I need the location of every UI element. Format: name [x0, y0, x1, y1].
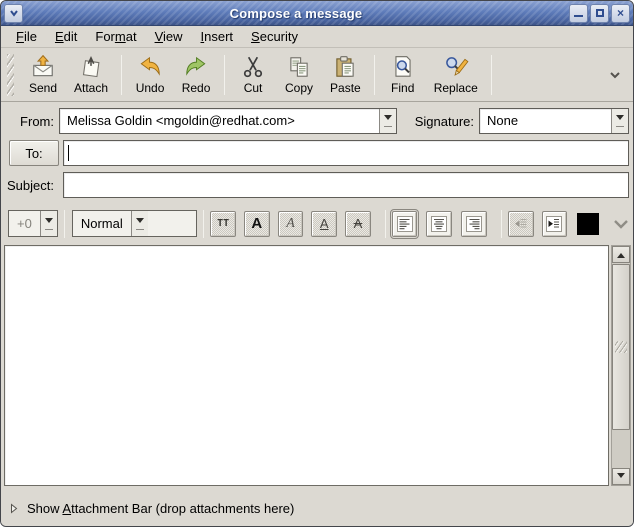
dropdown-arrow-icon — [611, 109, 628, 133]
toolbar-overflow-button[interactable] — [605, 67, 625, 83]
scroll-up-button[interactable] — [612, 246, 630, 263]
format-separator — [501, 210, 502, 238]
signature-dropdown[interactable]: None — [479, 108, 629, 134]
thumb-grip-icon — [615, 341, 627, 353]
unindent-button[interactable] — [508, 211, 534, 237]
maximize-icon — [596, 9, 604, 17]
undo-icon — [137, 54, 163, 80]
dropdown-arrow-icon — [131, 211, 148, 236]
find-button[interactable]: Find — [380, 51, 426, 98]
align-right-toggle[interactable] — [461, 211, 487, 237]
send-icon — [30, 54, 56, 80]
format-separator — [64, 210, 65, 238]
signature-label: Signature: — [415, 114, 479, 129]
font-size-dropdown[interactable]: +0 — [8, 210, 58, 237]
italic-toggle[interactable]: A — [278, 211, 304, 237]
subject-label: Subject: — [1, 178, 59, 193]
scroll-down-button[interactable] — [612, 468, 630, 485]
indent-button[interactable] — [542, 211, 568, 237]
text-caret — [68, 145, 69, 161]
minimize-button[interactable] — [569, 4, 588, 23]
copy-button[interactable]: Copy — [276, 51, 322, 98]
scrollbar-track[interactable] — [612, 263, 630, 468]
menubar: File Edit Format View Insert Security — [1, 26, 633, 48]
typewriter-toggle[interactable]: TT — [210, 211, 236, 237]
strikethrough-toggle[interactable]: A — [345, 211, 371, 237]
window-menu-button[interactable] — [4, 4, 23, 23]
align-left-icon — [396, 215, 414, 233]
replace-button[interactable]: Replace — [426, 51, 486, 98]
to-input[interactable] — [63, 140, 629, 166]
format-separator — [385, 210, 386, 238]
paragraph-style-dropdown[interactable]: Normal — [72, 210, 197, 237]
bold-toggle[interactable]: A — [244, 211, 270, 237]
chevron-down-icon — [609, 71, 621, 79]
cut-icon — [240, 54, 266, 80]
toolbar-separator — [374, 55, 375, 95]
redo-icon — [183, 54, 209, 80]
arrow-up-icon — [617, 249, 625, 258]
menu-edit[interactable]: Edit — [46, 27, 86, 46]
send-button[interactable]: Send — [20, 51, 66, 98]
close-button[interactable]: × — [611, 4, 630, 23]
align-center-icon — [430, 215, 448, 233]
redo-button[interactable]: Redo — [173, 51, 219, 98]
underline-toggle[interactable]: A — [311, 211, 337, 237]
window-title: Compose a message — [23, 6, 569, 21]
message-body-region — [1, 244, 633, 490]
attach-button[interactable]: Attach — [66, 51, 116, 98]
vertical-scrollbar[interactable] — [611, 245, 631, 486]
copy-icon — [286, 54, 312, 80]
menu-view[interactable]: View — [146, 27, 192, 46]
toolbar-drag-handle[interactable] — [7, 54, 14, 96]
maximize-button[interactable] — [590, 4, 609, 23]
cut-button[interactable]: Cut — [230, 51, 276, 98]
from-label: From: — [1, 114, 59, 129]
close-icon: × — [617, 7, 624, 19]
unindent-icon — [512, 215, 530, 233]
minimize-icon — [574, 15, 583, 17]
attachment-bar-expander[interactable]: Show Attachment Bar (drop attachments he… — [1, 490, 633, 526]
dropdown-arrow-icon — [40, 211, 57, 236]
toolbar-separator — [224, 55, 225, 95]
attachment-bar-label: Show Attachment Bar (drop attachments he… — [27, 501, 294, 516]
align-right-icon — [465, 215, 483, 233]
paste-button[interactable]: Paste — [322, 51, 369, 98]
subject-input[interactable] — [63, 172, 629, 198]
dropdown-arrow-icon — [379, 109, 396, 133]
format-toolbar: +0 Normal TT A A A A — [1, 203, 633, 244]
arrow-down-icon — [617, 473, 625, 482]
replace-icon — [443, 54, 469, 80]
menu-insert[interactable]: Insert — [192, 27, 243, 46]
chevron-down-icon — [613, 219, 629, 229]
to-button[interactable]: To: — [9, 140, 59, 166]
menu-security[interactable]: Security — [242, 27, 307, 46]
main-toolbar: Send Attach Undo Redo — [1, 48, 633, 102]
message-body-editor[interactable] — [4, 245, 609, 486]
align-center-toggle[interactable] — [426, 211, 452, 237]
menu-file[interactable]: File — [7, 27, 46, 46]
find-icon — [390, 54, 416, 80]
text-color-swatch[interactable] — [577, 213, 599, 235]
indent-icon — [545, 215, 563, 233]
expander-triangle-icon — [10, 503, 18, 514]
toolbar-separator — [121, 55, 122, 95]
titlebar: Compose a message × — [1, 1, 633, 26]
align-left-toggle[interactable] — [392, 211, 418, 237]
attach-icon — [78, 54, 104, 80]
header-fields: From: Melissa Goldin <mgoldin@redhat.com… — [1, 102, 633, 203]
from-dropdown[interactable]: Melissa Goldin <mgoldin@redhat.com> — [59, 108, 397, 134]
scrollbar-thumb[interactable] — [612, 264, 630, 430]
toolbar-separator — [491, 55, 492, 95]
compose-window: Compose a message × File Edit Format Vie… — [0, 0, 634, 527]
menu-format[interactable]: Format — [86, 27, 145, 46]
format-overflow-button[interactable] — [609, 217, 633, 231]
chevron-down-icon — [8, 7, 20, 19]
format-separator — [203, 210, 204, 238]
paste-icon — [332, 54, 358, 80]
undo-button[interactable]: Undo — [127, 51, 173, 98]
